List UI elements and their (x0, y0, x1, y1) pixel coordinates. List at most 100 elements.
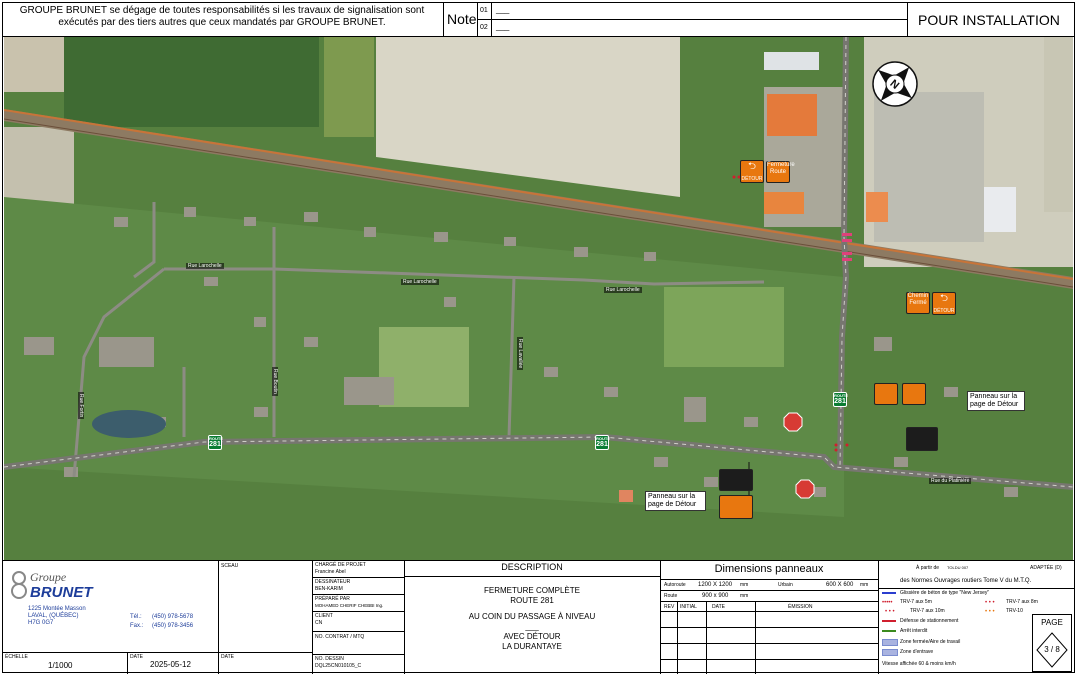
tb-divider (312, 611, 404, 612)
tb-divider (312, 594, 404, 595)
fax-value: (450) 978-3456 (152, 623, 194, 629)
legend-text: Vitesse affichée 60 & moins km/h (882, 661, 956, 667)
tb-divider (660, 590, 878, 591)
disclaimer-text: GROUPE BRUNET se dégage de toutes respon… (19, 5, 425, 28)
legend-text: Glissière de béton de type "New Jersey" (900, 590, 990, 596)
closure-sign: Chemin Fermé (906, 292, 930, 314)
dessin-label: NO. DESSIN (315, 656, 344, 662)
dessinateur-value: BEN-KARIM (315, 586, 343, 592)
contrat-label: NO. CONTRAT / MTQ (315, 634, 365, 640)
rev-header: INITIAL (680, 604, 697, 610)
tb-divider (660, 659, 878, 660)
date2-label: DATE (221, 654, 234, 660)
dims-unit: mm (860, 582, 869, 588)
company-address-line: 1225 Montée Masson (28, 606, 86, 612)
route-shield-icon: ROUTE 281 (595, 435, 610, 450)
fax-label: Fax.: (130, 623, 144, 629)
callout-label: Panneau sur la page de Détour (645, 491, 706, 511)
note-row-divider (477, 19, 907, 20)
brunet-logo-icon (11, 571, 27, 599)
tb-divider (660, 643, 878, 644)
dims-label: Urbain (778, 582, 793, 588)
closure-sign (902, 383, 926, 405)
tel-value: (450) 978-5678 (152, 614, 194, 620)
route-shield-icon: ROUTE 281 (208, 435, 223, 450)
echelle-label: ÉCHELLE (5, 654, 28, 660)
closure-sign (719, 495, 753, 519)
page-label: PAGE (1041, 618, 1063, 627)
header-divider (907, 2, 908, 37)
dims-label: Autoroute (664, 582, 686, 588)
street-label: Rue Boutin (272, 367, 278, 396)
company-address-line: LAVAL, (QUÉBEC) (28, 613, 79, 619)
tb-divider (878, 560, 879, 674)
company-address-line: H7G 0G7 (28, 620, 54, 626)
street-label: Rue Fortin (78, 392, 84, 420)
note-num-divider (491, 2, 492, 37)
logo-line2: BRUNET (30, 584, 93, 601)
logo-line1: Groupe (30, 570, 67, 584)
note-row-text: ___ (496, 5, 510, 14)
norm-tome: TOLDU 007 (947, 565, 969, 570)
legend-swatch: ••••• (882, 600, 893, 606)
note-row-num: 02 (480, 24, 488, 31)
legend-swatch (882, 639, 898, 646)
status-label: POUR INSTALLATION (918, 12, 1060, 28)
legend-text: Zone d'entrave (900, 649, 934, 655)
legend-swatch (882, 620, 896, 622)
date-value: 2025-05-12 (150, 660, 191, 669)
description-label: DESCRIPTION (501, 562, 563, 572)
legend-text: Zone fermée/Aire de travail (900, 639, 961, 645)
stop-sign-icon (795, 479, 815, 499)
rev-header: DATE (712, 604, 725, 610)
legend-text: TRV-10 (1006, 608, 1023, 614)
client-label: CLIENT (315, 613, 333, 619)
tb-divider (2, 652, 312, 653)
legend-text: TRV-7 aux 10m (910, 608, 945, 614)
dims-label: Route (664, 593, 678, 599)
tb-divider (218, 560, 219, 674)
legend-swatch (882, 649, 898, 656)
tel-label: Tél.: (130, 614, 142, 620)
note-label: Note (447, 11, 477, 27)
dims-value: 900 x 900 (702, 593, 729, 599)
tb-divider (404, 576, 660, 577)
client-value: CN (315, 620, 323, 626)
sceau-label: SCEAU (221, 563, 239, 569)
dims-value: 1200 X 1200 (698, 582, 733, 588)
closure-sign: Fermeture Route (766, 161, 795, 183)
tb-divider (312, 577, 404, 578)
legend-swatch: • • • (985, 600, 995, 606)
note-row-num: 01 (480, 7, 488, 14)
legend-swatch (882, 630, 896, 632)
tb-divider (660, 579, 878, 580)
title-block-top-border (2, 560, 1075, 561)
echelle-value: 1/1000 (48, 661, 73, 670)
dessin-value: DQL25CN010105_C (315, 663, 362, 669)
dims-unit: mm (740, 593, 749, 599)
note-row-text: ___ (496, 22, 510, 31)
prepare-value: MOHAMED CHERIF CHEBBI Ing. (315, 603, 384, 608)
charge-label: CHARGÉ DE PROJET (315, 562, 366, 568)
closure-sign (874, 383, 898, 405)
prepare-label: PRÉPARÉ PAR (315, 596, 350, 602)
dims-title: Dimensions panneaux (714, 563, 824, 575)
street-label: Rue du Platinière (929, 478, 972, 484)
tb-divider (660, 601, 878, 602)
legend-text: TRV-7 aux 5m (900, 599, 932, 605)
street-label: Rue Larochelle (401, 279, 439, 285)
street-label: Rue Larochelle (186, 263, 224, 269)
norm-adaptee: ADAPTÉE (D) (1030, 565, 1062, 571)
tb-divider (677, 601, 678, 674)
tb-divider (878, 588, 1075, 589)
rev-header: ÉMISSION (788, 604, 813, 610)
detour-board (719, 469, 753, 491)
legend-text: Arrêt interdit (900, 628, 928, 634)
page-value: 3 / 8 (1044, 645, 1060, 654)
tb-divider (660, 627, 878, 628)
legend-text: TRV-7 aux 8m (1006, 599, 1038, 605)
detour-board (906, 427, 938, 451)
legend-swatch: • • • (985, 609, 995, 615)
description-text: FERMETURE COMPLÈTE ROUTE 281 AU COIN DU … (468, 586, 596, 651)
legend-swatch: • • • (885, 609, 895, 615)
